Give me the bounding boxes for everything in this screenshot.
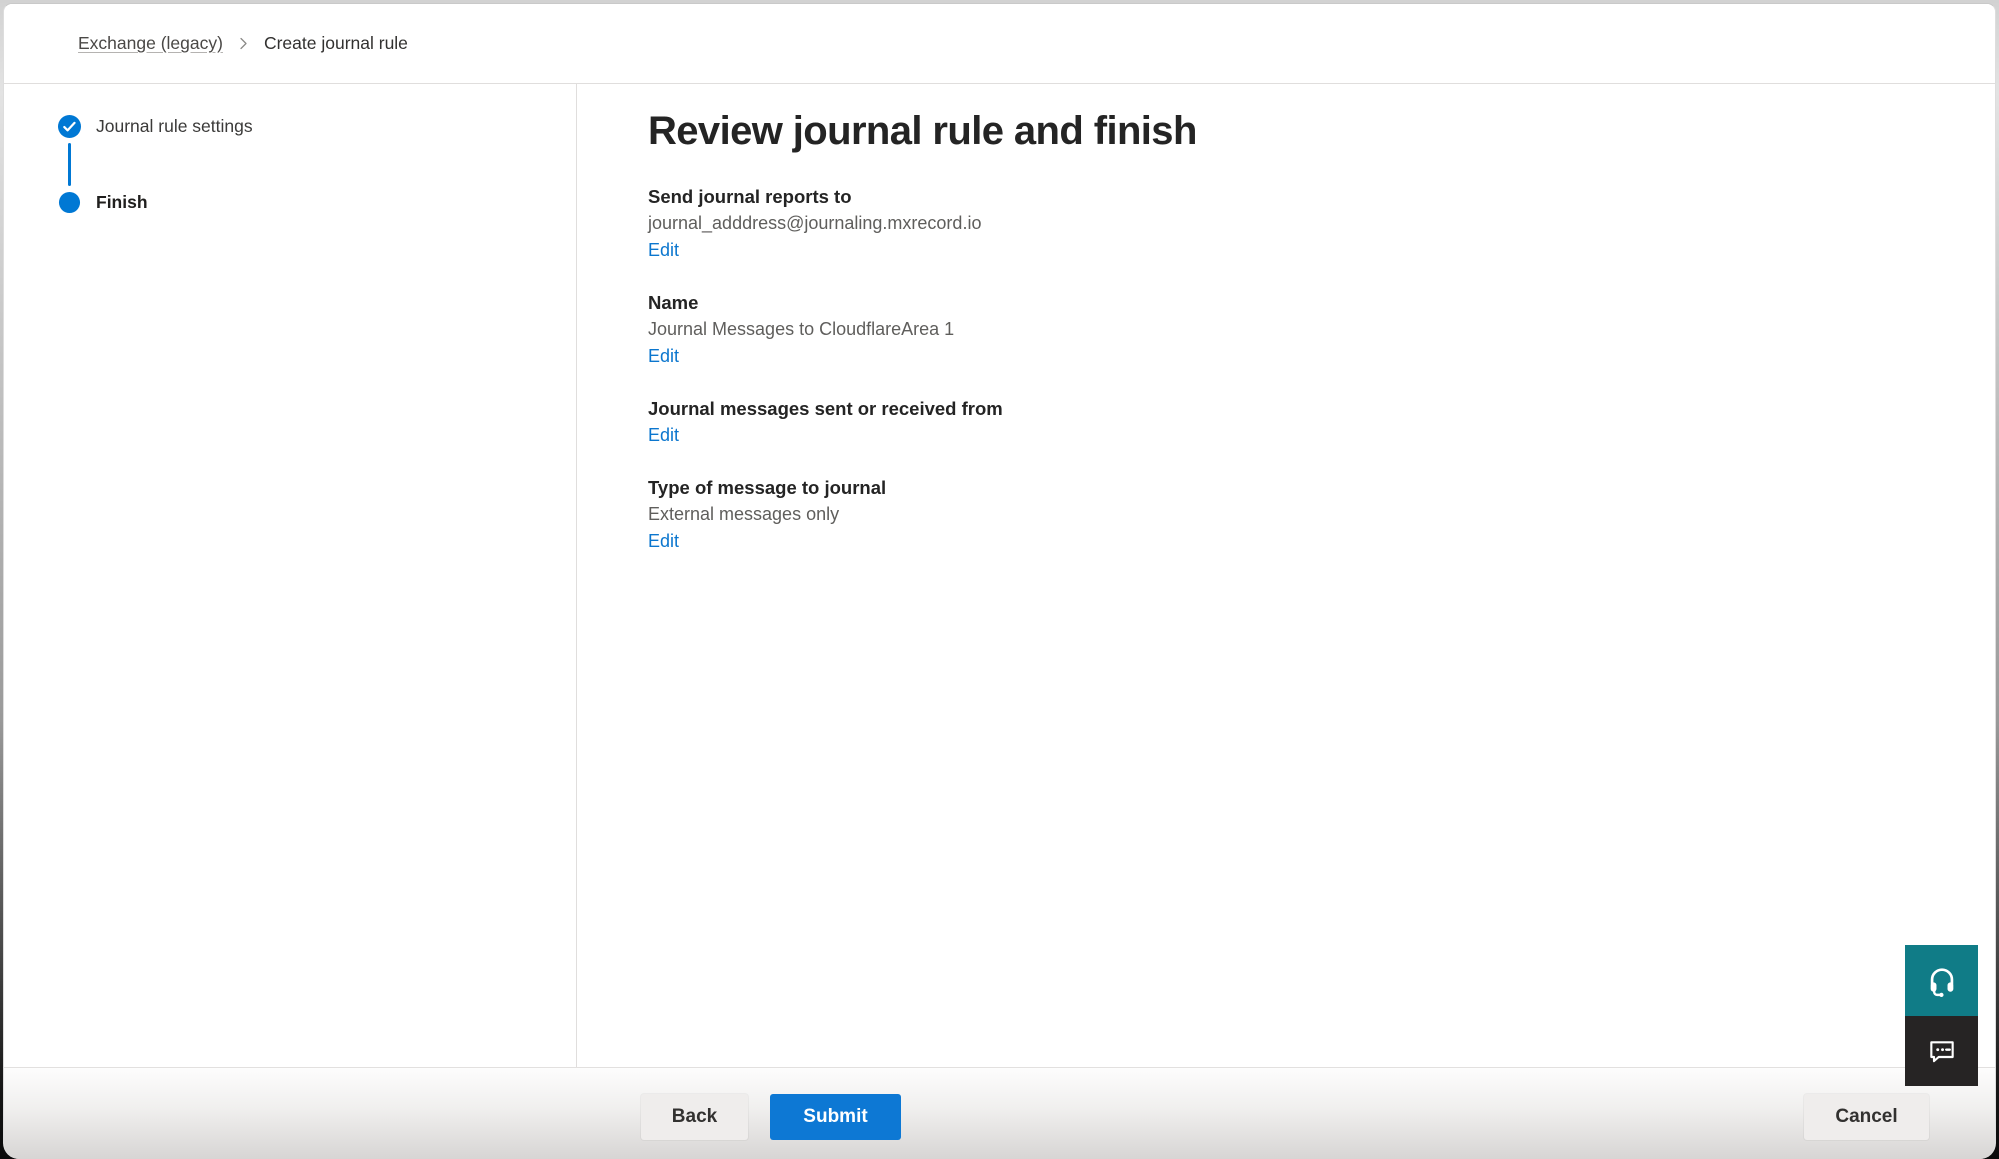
chevron-right-icon xyxy=(236,36,251,51)
edit-link[interactable]: Edit xyxy=(648,343,679,370)
cancel-button[interactable]: Cancel xyxy=(1804,1094,1929,1140)
review-pane: Review journal rule and finish Send jour… xyxy=(577,84,1995,1067)
wizard-step-label: Finish xyxy=(96,192,148,213)
review-section-send-reports-to: Send journal reports to journal_adddress… xyxy=(648,183,1955,264)
page-title: Review journal rule and finish xyxy=(648,109,1955,154)
edit-link[interactable]: Edit xyxy=(648,422,679,449)
step-current-dot-icon xyxy=(58,191,81,214)
section-value: Journal Messages to CloudflareArea 1 xyxy=(648,316,1955,343)
back-button[interactable]: Back xyxy=(641,1094,748,1140)
breadcrumb: Exchange (legacy) Create journal rule xyxy=(4,4,1995,84)
section-label: Type of message to journal xyxy=(648,474,1955,501)
edit-link[interactable]: Edit xyxy=(648,237,679,264)
feedback-button[interactable] xyxy=(1905,1016,1978,1086)
floating-side-buttons xyxy=(1905,945,1978,1086)
step-completed-check-icon xyxy=(58,115,81,138)
wizard-step-label: Journal rule settings xyxy=(96,116,253,137)
feedback-chat-icon xyxy=(1926,1035,1958,1067)
create-journal-rule-window: Exchange (legacy) Create journal rule Jo… xyxy=(3,3,1996,1159)
section-label: Name xyxy=(648,289,1955,316)
section-value: External messages only xyxy=(648,501,1955,528)
edit-link[interactable]: Edit xyxy=(648,528,679,555)
section-value: journal_adddress@journaling.mxrecord.io xyxy=(648,210,1955,237)
review-section-journal-scope: Journal messages sent or received from E… xyxy=(648,395,1955,449)
wizard-step-finish[interactable]: Finish xyxy=(4,191,576,214)
help-support-button[interactable] xyxy=(1905,945,1978,1016)
wizard-steps-panel: Journal rule settings Finish xyxy=(4,84,577,1067)
breadcrumb-exchange-legacy-link[interactable]: Exchange (legacy) xyxy=(78,33,223,54)
step-connector-line xyxy=(68,143,71,186)
review-section-message-type: Type of message to journal External mess… xyxy=(648,474,1955,555)
section-label: Send journal reports to xyxy=(648,183,1955,210)
breadcrumb-current-page: Create journal rule xyxy=(264,33,408,54)
wizard-step-journal-rule-settings[interactable]: Journal rule settings xyxy=(4,115,576,138)
headset-icon xyxy=(1925,964,1959,998)
section-label: Journal messages sent or received from xyxy=(648,395,1955,422)
review-section-name: Name Journal Messages to CloudflareArea … xyxy=(648,289,1955,370)
submit-button[interactable]: Submit xyxy=(770,1094,901,1140)
footer-action-bar: Back Submit Cancel xyxy=(4,1067,1995,1159)
